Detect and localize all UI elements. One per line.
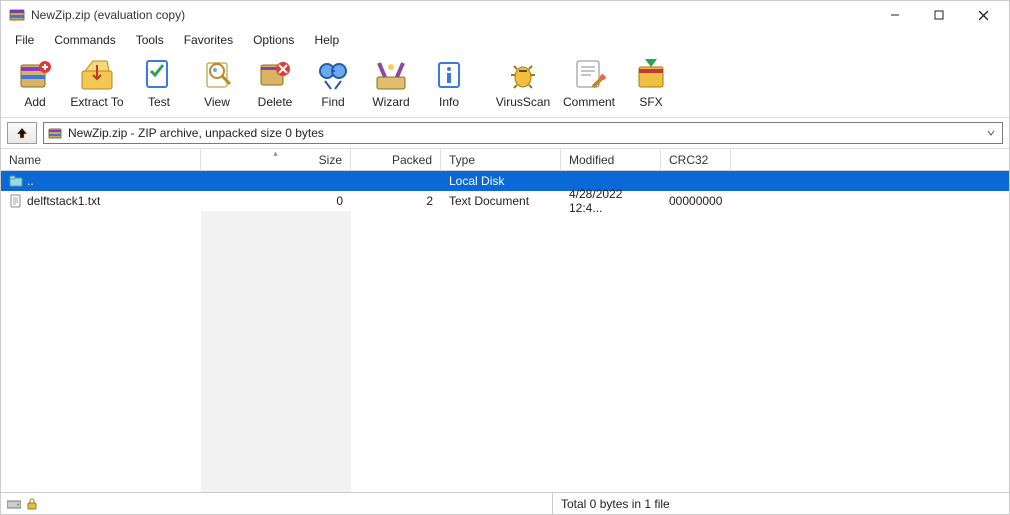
column-packed[interactable]: Packed [351, 149, 441, 170]
view-icon [199, 57, 235, 93]
file-list[interactable]: .. Local Disk delftstack1.txt 0 2 Text D… [1, 171, 1009, 492]
test-icon [141, 57, 177, 93]
comment-icon [571, 57, 607, 93]
app-icon [9, 7, 25, 23]
toolbar-label: Add [24, 95, 45, 109]
column-type[interactable]: Type [441, 149, 561, 170]
delete-icon [257, 57, 293, 93]
up-arrow-icon [15, 126, 29, 140]
menubar: File Commands Tools Favorites Options He… [1, 29, 1009, 51]
file-crc: 00000000 [669, 194, 722, 208]
address-row: NewZip.zip - ZIP archive, unpacked size … [1, 118, 1009, 149]
toolbar: Add Extract To Test View Dele [1, 51, 1009, 118]
address-text: NewZip.zip - ZIP archive, unpacked size … [68, 126, 978, 140]
file-type: Local Disk [449, 174, 504, 188]
toolbar-view-button[interactable]: View [189, 55, 245, 111]
toolbar-find-button[interactable]: Find [305, 55, 361, 111]
column-label: CRC32 [669, 153, 708, 167]
extract-icon [79, 57, 115, 93]
toolbar-label: Info [439, 95, 459, 109]
info-icon [431, 57, 467, 93]
toolbar-add-button[interactable]: Add [7, 55, 63, 111]
toolbar-label: SFX [639, 95, 662, 109]
disk-icon [7, 498, 21, 510]
chevron-down-icon[interactable] [984, 129, 998, 137]
statusbar-total: Total 0 bytes in 1 file [553, 497, 678, 511]
address-combobox[interactable]: NewZip.zip - ZIP archive, unpacked size … [43, 122, 1003, 144]
toolbar-comment-button[interactable]: Comment [557, 55, 621, 111]
sort-indicator-icon: ▴ [273, 148, 278, 159]
file-name: delftstack1.txt [27, 194, 100, 208]
toolbar-extract-button[interactable]: Extract To [65, 55, 129, 111]
find-icon [315, 57, 351, 93]
file-packed: 2 [426, 194, 433, 208]
toolbar-info-button[interactable]: Info [421, 55, 477, 111]
column-label: Packed [392, 153, 432, 167]
toolbar-virusscan-button[interactable]: VirusScan [491, 55, 555, 111]
column-label: Modified [569, 153, 614, 167]
menu-favorites[interactable]: Favorites [174, 31, 243, 49]
table-header: Name ▴ Size Packed Type Modified CRC32 [1, 149, 1009, 171]
maximize-button[interactable] [917, 1, 961, 29]
up-folder-button[interactable] [7, 122, 37, 144]
toolbar-label: Test [148, 95, 170, 109]
toolbar-label: Comment [563, 95, 615, 109]
toolbar-delete-button[interactable]: Delete [247, 55, 303, 111]
sorted-column-shade [201, 211, 351, 492]
sfx-icon [633, 57, 669, 93]
column-label: Size [319, 153, 342, 167]
file-size: 0 [336, 194, 343, 208]
text-file-icon [9, 194, 23, 208]
toolbar-wizard-button[interactable]: Wizard [363, 55, 419, 111]
statusbar-left [1, 493, 553, 514]
column-size[interactable]: ▴ Size [201, 149, 351, 170]
column-label: Type [449, 153, 475, 167]
column-modified[interactable]: Modified [561, 149, 661, 170]
virusscan-icon [505, 57, 541, 93]
file-name: .. [27, 174, 34, 188]
toolbar-sfx-button[interactable]: SFX [623, 55, 679, 111]
menu-tools[interactable]: Tools [126, 31, 174, 49]
table-row[interactable]: delftstack1.txt 0 2 Text Document 4/28/2… [1, 191, 1009, 211]
toolbar-label: Extract To [70, 95, 123, 109]
window-title: NewZip.zip (evaluation copy) [31, 8, 185, 22]
titlebar: NewZip.zip (evaluation copy) [1, 1, 1009, 29]
file-type: Text Document [449, 194, 529, 208]
close-button[interactable] [961, 1, 1005, 29]
toolbar-label: View [204, 95, 230, 109]
toolbar-label: Wizard [372, 95, 409, 109]
toolbar-test-button[interactable]: Test [131, 55, 187, 111]
wizard-icon [373, 57, 409, 93]
menu-file[interactable]: File [5, 31, 44, 49]
add-icon [17, 57, 53, 93]
lock-icon [25, 498, 39, 510]
statusbar: Total 0 bytes in 1 file [1, 492, 1009, 514]
file-modified: 4/28/2022 12:4... [569, 187, 653, 215]
toolbar-label: Delete [258, 95, 293, 109]
menu-commands[interactable]: Commands [44, 31, 125, 49]
menu-help[interactable]: Help [304, 31, 349, 49]
toolbar-label: Find [321, 95, 344, 109]
table-row[interactable]: .. Local Disk [1, 171, 1009, 191]
column-label: Name [9, 153, 41, 167]
column-name[interactable]: Name [1, 149, 201, 170]
toolbar-label: VirusScan [496, 95, 550, 109]
folder-up-icon [9, 174, 23, 188]
menu-options[interactable]: Options [243, 31, 304, 49]
archive-icon [48, 126, 62, 140]
minimize-button[interactable] [873, 1, 917, 29]
column-crc32[interactable]: CRC32 [661, 149, 731, 170]
